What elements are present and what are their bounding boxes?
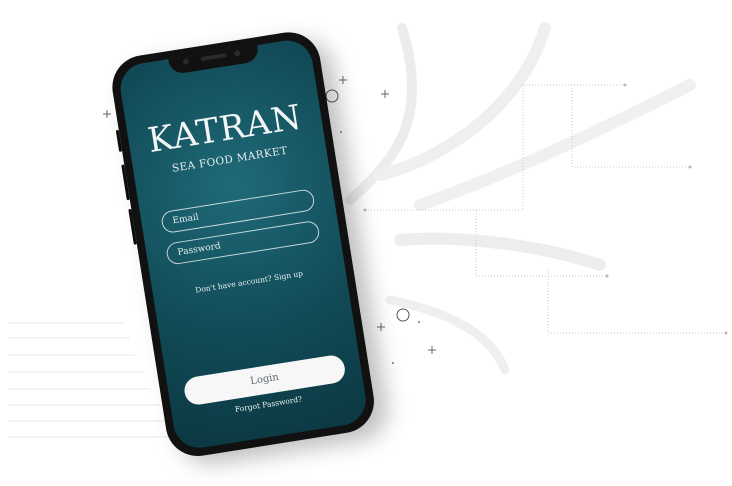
signup-link[interactable]: Don't have account? Sign up xyxy=(153,262,346,301)
camera-icon xyxy=(233,49,241,57)
email-placeholder: Email xyxy=(171,212,200,227)
phone-notch xyxy=(167,43,260,75)
sensor-icon xyxy=(182,57,190,65)
password-placeholder: Password xyxy=(176,241,222,258)
speaker-grille xyxy=(200,53,227,62)
